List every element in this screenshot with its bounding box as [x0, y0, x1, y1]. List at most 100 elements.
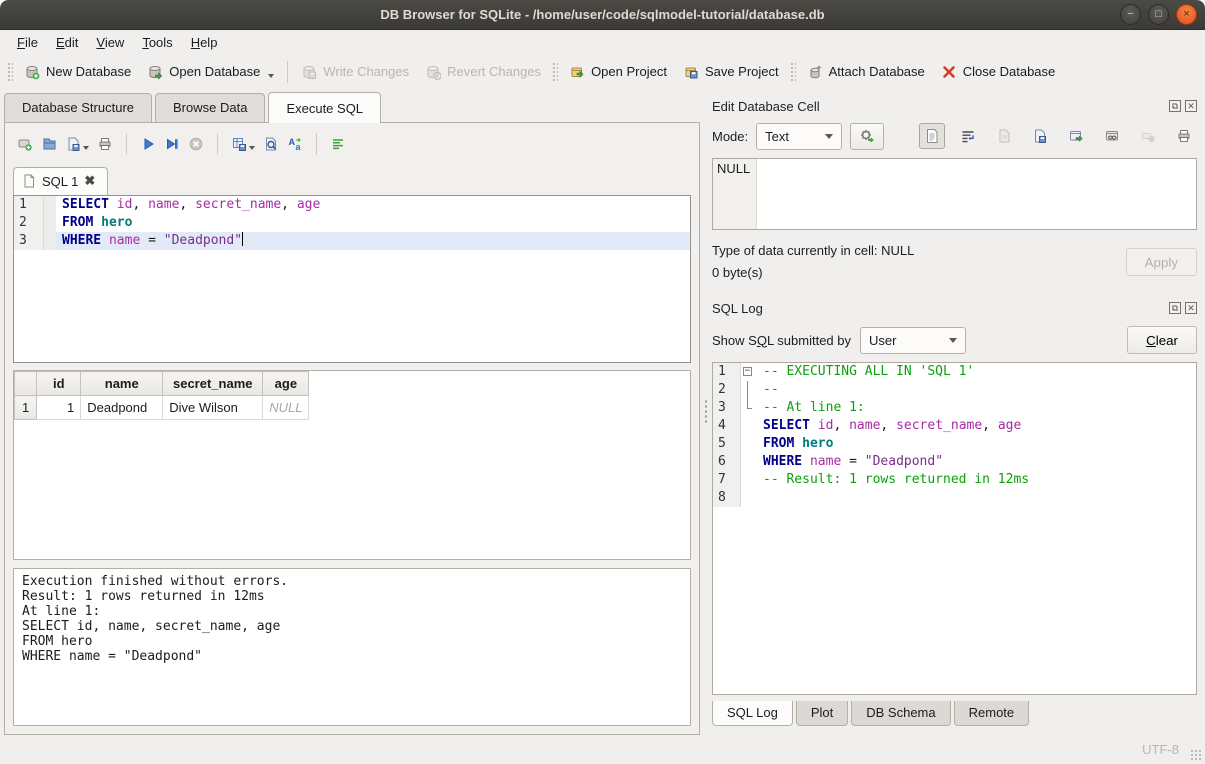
- close-panel-icon[interactable]: ✕: [1185, 100, 1197, 112]
- execution-output[interactable]: Execution finished without errors. Resul…: [13, 568, 691, 726]
- cell-value-editor[interactable]: NULL: [712, 158, 1197, 230]
- submitted-by-select[interactable]: User: [860, 327, 966, 354]
- fold-margin[interactable]: [741, 435, 757, 453]
- float-panel-icon[interactable]: ⧉: [1169, 302, 1181, 314]
- fold-margin[interactable]: [44, 196, 56, 214]
- save-results-button[interactable]: [231, 136, 255, 152]
- sql-editor[interactable]: 1SELECT id, name, secret_name, age2FROM …: [13, 195, 691, 363]
- fold-margin[interactable]: [741, 453, 757, 471]
- apply-button[interactable]: Apply: [1126, 248, 1197, 276]
- find-button[interactable]: [263, 136, 279, 152]
- text-mode-button[interactable]: [919, 123, 945, 149]
- fold-margin[interactable]: [44, 214, 56, 232]
- code-text: --: [757, 381, 1196, 399]
- write-changes-label: Write Changes: [323, 64, 409, 79]
- menu-help[interactable]: Help: [182, 32, 227, 53]
- results-header-secret-name[interactable]: secret_name: [163, 372, 263, 396]
- save-results-dropdown-icon[interactable]: [249, 146, 255, 150]
- open-project-button[interactable]: Open Project: [561, 60, 675, 84]
- menu-edit[interactable]: Edit: [47, 32, 87, 53]
- word-wrap-button[interactable]: [955, 123, 981, 149]
- replace-button[interactable]: Aa: [287, 136, 303, 152]
- set-null-button[interactable]: [1135, 123, 1161, 149]
- save-project-button[interactable]: Save Project: [675, 60, 787, 84]
- print-sql-button[interactable]: [97, 136, 113, 152]
- tab-database-structure[interactable]: Database Structure: [4, 93, 152, 122]
- format-sql-button[interactable]: [330, 136, 346, 152]
- tab-db-schema[interactable]: DB Schema: [851, 701, 950, 726]
- menu-view[interactable]: View: [87, 32, 133, 53]
- cell-id[interactable]: 1: [37, 396, 81, 420]
- open-database-dropdown-icon[interactable]: [268, 74, 274, 78]
- open-database-button[interactable]: Open Database: [139, 60, 282, 84]
- sql-tab-close-icon[interactable]: ✖: [84, 173, 95, 189]
- auto-apply-button[interactable]: [850, 123, 884, 150]
- output-line: SELECT id, name, secret_name, age: [22, 619, 682, 634]
- menu-file[interactable]: File: [8, 32, 47, 53]
- import-cell-button[interactable]: [991, 123, 1017, 149]
- execute-line-icon: [164, 136, 180, 152]
- titlebar[interactable]: DB Browser for SQLite - /home/user/code/…: [0, 0, 1205, 30]
- open-sql-file-button[interactable]: [41, 136, 57, 152]
- new-database-button[interactable]: New Database: [16, 60, 139, 84]
- float-panel-icon[interactable]: ⧉: [1169, 100, 1181, 112]
- tab-sql-log[interactable]: SQL Log: [712, 701, 793, 726]
- cell-name[interactable]: Deadpond: [81, 396, 163, 420]
- mode-select[interactable]: Text: [756, 123, 842, 150]
- results-header-name[interactable]: name: [81, 372, 163, 396]
- save-sql-dropdown-icon[interactable]: [83, 146, 89, 150]
- attach-database-button[interactable]: Attach Database: [799, 60, 933, 84]
- link-cell-button[interactable]: [1099, 123, 1125, 149]
- close-button[interactable]: ×: [1176, 4, 1197, 25]
- code-text: SELECT id, name, secret_name, age: [56, 196, 690, 214]
- cell-secret-name[interactable]: Dive Wilson: [163, 396, 263, 420]
- tab-plot[interactable]: Plot: [796, 701, 848, 726]
- fold-margin[interactable]: [741, 381, 757, 399]
- tab-execute-sql[interactable]: Execute SQL: [268, 92, 381, 123]
- toolbar-grip[interactable]: [790, 62, 796, 82]
- pane-splitter[interactable]: [700, 88, 712, 735]
- cell-age[interactable]: NULL: [263, 396, 309, 420]
- save-sql-file-button[interactable]: [65, 136, 89, 152]
- fold-collapse-icon[interactable]: −: [743, 367, 752, 376]
- close-database-button[interactable]: Close Database: [933, 60, 1064, 84]
- fold-margin[interactable]: [741, 471, 757, 489]
- fold-margin[interactable]: [741, 399, 757, 417]
- toolbar-grip[interactable]: [7, 62, 13, 82]
- code-text: -- Result: 1 rows returned in 12ms: [757, 471, 1196, 489]
- revert-changes-button[interactable]: Revert Changes: [417, 60, 549, 84]
- tab-browse-data[interactable]: Browse Data: [155, 93, 265, 122]
- cell-info-row: Type of data currently in cell: NULL 0 b…: [712, 240, 1197, 284]
- execute-sql-panel: Aa SQL 1 ✖ 1SELECT id, name, secret_name…: [4, 122, 700, 735]
- row-number[interactable]: 1: [15, 396, 37, 420]
- tab-remote[interactable]: Remote: [954, 701, 1030, 726]
- cell-type-info: Type of data currently in cell: NULL: [712, 240, 1126, 262]
- save-cell-button[interactable]: [1027, 123, 1053, 149]
- maximize-button[interactable]: □: [1148, 4, 1169, 25]
- cell-editor-text[interactable]: [757, 159, 1196, 229]
- clear-log-button[interactable]: Clear: [1127, 326, 1197, 354]
- results-header-id[interactable]: id: [37, 372, 81, 396]
- new-sql-tab-button[interactable]: [17, 136, 33, 152]
- fold-margin[interactable]: [44, 232, 56, 250]
- export-cell-button[interactable]: [1063, 123, 1089, 149]
- write-changes-button[interactable]: Write Changes: [293, 60, 417, 84]
- stop-button[interactable]: [188, 136, 204, 152]
- fold-margin[interactable]: [741, 489, 757, 507]
- execute-all-button[interactable]: [140, 136, 156, 152]
- print-cell-button[interactable]: [1171, 123, 1197, 149]
- results-corner-header[interactable]: [15, 372, 37, 396]
- resize-grip-icon[interactable]: [1190, 749, 1202, 761]
- toolbar-grip[interactable]: [552, 62, 558, 82]
- minimize-button[interactable]: −: [1120, 4, 1141, 25]
- results-header-age[interactable]: age: [263, 372, 309, 396]
- close-panel-icon[interactable]: ✕: [1185, 302, 1197, 314]
- sql-log-view[interactable]: 1−-- EXECUTING ALL IN 'SQL 1'2--3-- At l…: [712, 362, 1197, 695]
- menu-tools[interactable]: Tools: [133, 32, 181, 53]
- fold-margin[interactable]: [741, 417, 757, 435]
- fold-margin[interactable]: −: [741, 363, 757, 381]
- sql-editor-tab[interactable]: SQL 1 ✖: [13, 167, 108, 195]
- code-text: -- At line 1:: [757, 399, 1196, 417]
- execute-line-button[interactable]: [164, 136, 180, 152]
- toolbar-separator: [126, 133, 127, 155]
